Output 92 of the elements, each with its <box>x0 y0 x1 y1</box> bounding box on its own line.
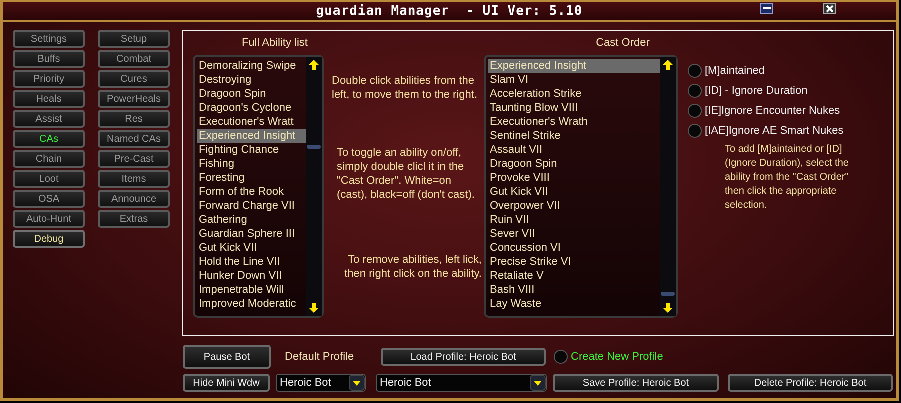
list-item[interactable]: Guardian Sphere III <box>197 227 306 241</box>
nav-tab[interactable]: Settings <box>13 30 85 48</box>
nav-tab[interactable]: Chain <box>13 150 85 168</box>
nav-tab[interactable]: Items <box>98 170 170 188</box>
radio-button[interactable] <box>688 104 702 118</box>
nav-tab[interactable]: Extras <box>98 210 170 228</box>
scroll-up-icon[interactable] <box>662 59 674 71</box>
list-item[interactable]: Dragoon's Cyclone <box>197 101 306 115</box>
hide-mini-window-button[interactable]: Hide Mini Wdw <box>183 374 270 392</box>
list-item[interactable]: Retaliate V <box>488 269 660 283</box>
list-item[interactable]: Fighting Chance <box>197 143 306 157</box>
list-item[interactable]: Dragoon Spin <box>488 157 660 171</box>
scroll-down-icon[interactable] <box>308 302 320 314</box>
load-profile-button[interactable]: Load Profile: Heroic Bot <box>381 348 546 366</box>
list-item[interactable]: Executioner's Wratt <box>197 115 306 129</box>
pause-bot-button[interactable]: Pause Bot <box>183 345 271 369</box>
list-item[interactable]: Hunker Down VII <box>197 269 306 283</box>
nav-tab[interactable]: CAs <box>13 130 85 148</box>
nav-tab[interactable]: Auto-Hunt <box>13 210 85 228</box>
nav-tab[interactable]: Combat <box>98 50 170 68</box>
list-item[interactable]: Dragoon Spin <box>197 87 306 101</box>
delete-profile-button[interactable]: Delete Profile: Heroic Bot <box>728 374 893 392</box>
scrollbar[interactable] <box>660 57 676 316</box>
list-item[interactable]: Assault VII <box>488 143 660 157</box>
list-item[interactable]: Sentinel Strike <box>488 129 660 143</box>
list-item[interactable]: Improved Moderatic <box>197 297 306 311</box>
nav-tab[interactable]: Debug <box>13 230 85 248</box>
list-item[interactable]: Sever VII <box>488 227 660 241</box>
list-item[interactable]: Gut Kick VII <box>197 241 306 255</box>
nav-tab[interactable]: PowerHeals <box>98 90 170 108</box>
nav-tab[interactable]: Res <box>98 110 170 128</box>
help-text: To add [M]aintained or [ID] (Ignore Duration), select the ability from the "Cast Order" then click the appropriate selection. <box>725 143 850 213</box>
list-heading: Cast Order <box>595 37 651 51</box>
nav-tab[interactable]: Buffs <box>13 50 85 68</box>
cast-order-list[interactable] <box>484 55 678 318</box>
list-item[interactable]: Experienced Insight <box>488 59 660 73</box>
instruction-text: To toggle an ability on/off, simply double clicl it in the "Cast Order". White=on (cast), black=off (don't cast). <box>336 146 476 202</box>
list-item[interactable]: Lay Waste <box>488 297 660 311</box>
list-item[interactable]: Bash VIII <box>488 283 660 297</box>
default-profile-label: Default Profile <box>285 351 356 363</box>
list-item[interactable]: Precise Strike VI <box>488 255 660 269</box>
default-profile-dropdown[interactable]: Heroic Bot <box>276 374 366 392</box>
list-item[interactable]: Fishing <box>197 157 306 171</box>
list-item[interactable]: Ruin VII <box>488 213 660 227</box>
scroll-up-icon[interactable] <box>308 59 320 71</box>
list-item[interactable]: Overpower VII <box>488 199 660 213</box>
radio-button[interactable] <box>688 124 702 138</box>
scrollbar[interactable] <box>306 57 322 316</box>
option-label: [M]aintained <box>705 65 765 77</box>
list-item[interactable]: Provoke VIII <box>488 171 660 185</box>
nav-tab[interactable]: Announce <box>98 190 170 208</box>
nav-tab[interactable]: Named CAs <box>98 130 170 148</box>
list-heading: Full Ability list <box>240 37 309 51</box>
instruction-text: To remove abilities, left lick, then right click on the ability. <box>344 253 482 281</box>
list-item[interactable]: Slam VI <box>488 73 660 87</box>
list-item[interactable]: Demoralizing Swipe <box>197 59 306 73</box>
list-item[interactable]: Form of the Rook <box>197 185 306 199</box>
radio-button[interactable] <box>554 350 568 364</box>
list-item[interactable]: Destroying <box>197 73 306 87</box>
nav-tab[interactable]: Cures <box>98 70 170 88</box>
instruction-text: Double click abilities from the left, to move them to the right. <box>332 74 479 102</box>
nav-tab[interactable]: OSA <box>13 190 85 208</box>
window-title: guardian Manager - UI Ver: 5.10 <box>316 4 583 18</box>
option-label: [IE]Ignore Encounter Nukes <box>705 105 840 117</box>
minimize-button[interactable] <box>760 3 774 15</box>
radio-button[interactable] <box>688 84 702 98</box>
nav-tab[interactable]: Loot <box>13 170 85 188</box>
nav-tab[interactable]: Assist <box>13 110 85 128</box>
radio-button[interactable] <box>688 64 702 78</box>
list-item[interactable]: Executioner's Wrath <box>488 115 660 129</box>
list-item[interactable]: Gathering <box>197 213 306 227</box>
nav-tab[interactable]: Setup <box>98 30 170 48</box>
list-item[interactable]: Gut Kick VII <box>488 185 660 199</box>
list-item[interactable]: Concussion VI <box>488 241 660 255</box>
nav-tab[interactable]: Heals <box>13 90 85 108</box>
option-label: [ID] - Ignore Duration <box>705 85 808 97</box>
create-profile-label: Create New Profile <box>571 351 664 363</box>
ability-list[interactable] <box>193 55 324 318</box>
close-button[interactable] <box>823 3 837 15</box>
list-item[interactable]: Acceleration Strike <box>488 87 660 101</box>
profile-dropdown[interactable]: Heroic Bot <box>376 374 547 392</box>
nav-tab[interactable]: Priority <box>13 70 85 88</box>
list-item[interactable]: Foresting <box>197 171 306 185</box>
list-item[interactable]: Taunting Blow VIII <box>488 101 660 115</box>
list-item[interactable]: Experienced Insight <box>197 129 306 143</box>
option-label: [IAE]Ignore AE Smart Nukes <box>705 125 844 137</box>
list-item[interactable]: Hold the Line VII <box>197 255 306 269</box>
scroll-down-icon[interactable] <box>662 302 674 314</box>
list-item[interactable]: Impenetrable Will <box>197 283 306 297</box>
save-profile-button[interactable]: Save Profile: Heroic Bot <box>553 374 719 392</box>
list-item[interactable]: Forward Charge VII <box>197 199 306 213</box>
nav-tab[interactable]: Pre-Cast <box>98 150 170 168</box>
